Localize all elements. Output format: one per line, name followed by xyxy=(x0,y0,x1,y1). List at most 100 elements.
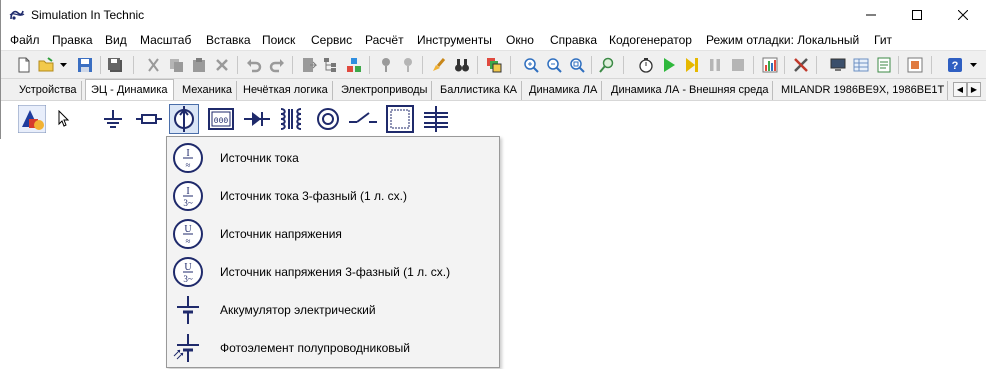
help-dropdown-button[interactable] xyxy=(967,55,979,75)
icon-symbol-bottom: 3~ xyxy=(183,274,193,284)
data-table-icon xyxy=(853,58,869,72)
tab-aircraft-dynamics[interactable]: Динамика ЛА xyxy=(524,81,603,100)
menu-item-photocell[interactable]: Фотоэлемент полупроводниковый xyxy=(167,329,499,367)
clear-button[interactable] xyxy=(429,55,449,75)
pointer-tool[interactable] xyxy=(49,104,79,134)
tab-ec-dynamics[interactable]: ЭЦ - Динамика xyxy=(85,79,174,101)
maximize-button[interactable] xyxy=(894,0,940,30)
redo-button[interactable] xyxy=(267,55,287,75)
monitor-button[interactable] xyxy=(828,55,848,75)
tab-scroll-left-button[interactable]: ◀ xyxy=(953,82,967,97)
sources-tool[interactable] xyxy=(169,104,199,134)
menu-debug-mode[interactable]: Режим отладки: Локальный xyxy=(706,33,859,47)
toroid-icon xyxy=(317,108,339,130)
graphs-button[interactable] xyxy=(760,55,780,75)
save-button[interactable] xyxy=(75,55,95,75)
save-all-button[interactable] xyxy=(105,55,125,75)
menu-help[interactable]: Справка xyxy=(550,33,597,47)
menu-tools[interactable]: Инструменты xyxy=(417,33,492,47)
menu-insert[interactable]: Вставка xyxy=(206,33,251,47)
probe-button[interactable] xyxy=(376,55,396,75)
menu-git[interactable]: Гит xyxy=(874,33,892,47)
menu-view[interactable]: Вид xyxy=(105,33,127,47)
tab-fuzzy-logic[interactable]: Нечёткая логика xyxy=(238,81,333,100)
stop-button[interactable] xyxy=(728,55,748,75)
copy-button[interactable] xyxy=(166,55,186,75)
icon-symbol-bottom: ≈ xyxy=(186,236,191,246)
close-button[interactable] xyxy=(940,0,986,30)
cut-button[interactable] xyxy=(144,55,164,75)
menu-item-current-source[interactable]: I ≈ Источник тока xyxy=(167,139,499,177)
probe-remove-button[interactable] xyxy=(398,55,418,75)
menu-item-label: Фотоэлемент полупроводниковый xyxy=(220,341,410,355)
zoom-select-button[interactable] xyxy=(597,55,617,75)
menu-item-voltage-source[interactable]: U ≈ Источник напряжения xyxy=(167,215,499,253)
paste-button[interactable] xyxy=(189,55,209,75)
step-button[interactable] xyxy=(682,55,702,75)
menu-window[interactable]: Окно xyxy=(506,33,534,47)
menu-scale[interactable]: Масштаб xyxy=(140,33,191,47)
toolbar-separator xyxy=(292,56,293,74)
capacitor-group-tool[interactable] xyxy=(421,104,451,134)
zoom-in-button[interactable] xyxy=(521,55,541,75)
menu-item-battery[interactable]: Аккумулятор электрический xyxy=(167,291,499,329)
binoculars-icon xyxy=(455,59,469,72)
new-file-icon xyxy=(18,57,30,73)
menu-item-voltage-source-3phase[interactable]: U 3~ Источник напряжения 3-фазный (1 л. с… xyxy=(167,253,499,291)
pause-button[interactable] xyxy=(705,55,725,75)
toolbar-separator xyxy=(133,56,134,74)
tab-electric-drives[interactable]: Электроприводы xyxy=(336,81,433,100)
resistor-tool[interactable] xyxy=(134,104,164,134)
delete-button[interactable] xyxy=(212,55,232,75)
help-button[interactable]: ? xyxy=(945,55,965,75)
layers-button[interactable] xyxy=(484,55,504,75)
structure-button[interactable] xyxy=(321,55,341,75)
settings-button[interactable] xyxy=(791,55,811,75)
toolbar-separator xyxy=(477,56,478,74)
coil-tool[interactable] xyxy=(313,104,343,134)
menu-file[interactable]: Файл xyxy=(10,33,40,47)
diode-tool[interactable] xyxy=(242,104,272,134)
zoom-fit-button[interactable] xyxy=(567,55,587,75)
tab-devices[interactable]: Устройства xyxy=(14,81,82,100)
icon-symbol-top: I xyxy=(186,148,189,159)
tab-scroll-right-button[interactable]: ▶ xyxy=(967,82,981,97)
menu-codegen[interactable]: Кодогенератор xyxy=(609,33,692,47)
new-button[interactable] xyxy=(14,55,34,75)
menu-edit[interactable]: Правка xyxy=(52,33,93,47)
transformer-tool[interactable] xyxy=(276,104,306,134)
hierarchy-icon xyxy=(324,58,336,72)
find-button[interactable] xyxy=(452,55,472,75)
timer-button[interactable] xyxy=(636,55,656,75)
menu-search[interactable]: Поиск xyxy=(262,33,295,47)
tab-milandr[interactable]: MILANDR 1986BE9X, 1986BE1T xyxy=(776,81,948,100)
menu-service[interactable]: Сервис xyxy=(311,33,352,47)
ground-icon xyxy=(104,110,122,128)
tab-label: Баллистика КА xyxy=(440,84,517,96)
play-icon xyxy=(664,58,675,72)
data-export-button[interactable] xyxy=(851,55,871,75)
svg-text:000: 000 xyxy=(214,117,229,126)
tab-ballistics[interactable]: Баллистика КА xyxy=(435,81,522,100)
menu-calc[interactable]: Расчёт xyxy=(365,33,404,47)
block-properties-button[interactable] xyxy=(299,55,319,75)
run-button[interactable] xyxy=(659,55,679,75)
ground-tool[interactable] xyxy=(98,104,128,134)
battery-icon xyxy=(177,296,199,324)
zoom-out-button[interactable] xyxy=(544,55,564,75)
app-window: Simulation In Technic Файл Правка Вид Ма… xyxy=(0,0,986,139)
tab-aircraft-environment[interactable]: Динамика ЛА - Внешняя среда xyxy=(606,81,774,100)
open-button[interactable] xyxy=(37,55,57,75)
minimize-button[interactable] xyxy=(848,0,894,30)
library-button[interactable] xyxy=(905,55,925,75)
report-button[interactable] xyxy=(874,55,894,75)
menu-item-current-source-3phase[interactable]: I 3~ Источник тока 3-фазный (1 л. сх.) xyxy=(167,177,499,215)
meter-tool[interactable]: 000 xyxy=(206,104,236,134)
group-blocks-button[interactable] xyxy=(344,55,364,75)
shapes-tool[interactable] xyxy=(17,104,47,134)
open-dropdown-button[interactable] xyxy=(57,55,69,75)
switch-tool[interactable] xyxy=(348,104,378,134)
tab-mechanics[interactable]: Механика xyxy=(177,81,238,100)
undo-button[interactable] xyxy=(244,55,264,75)
chip-tool[interactable] xyxy=(385,104,415,134)
